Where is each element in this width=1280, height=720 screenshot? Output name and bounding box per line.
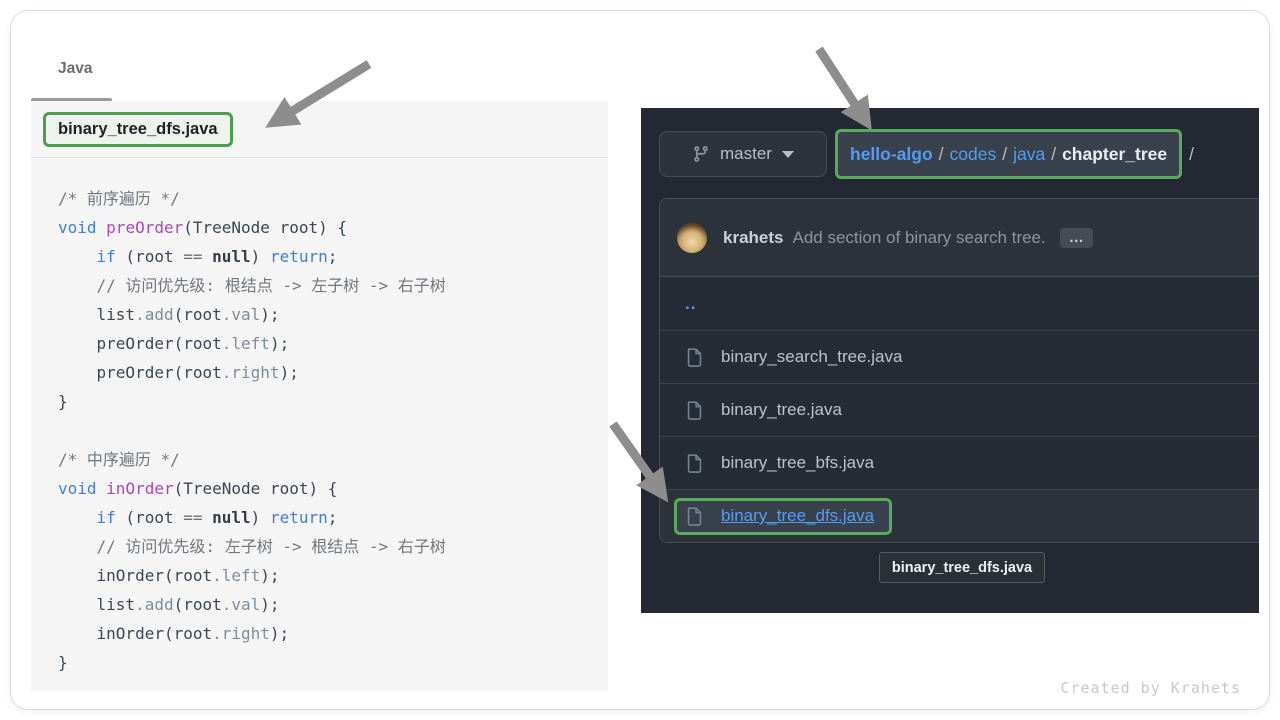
- code-line: }: [58, 387, 608, 416]
- file-row-binary_tree_dfs.java[interactable]: binary_tree_dfs.java: [660, 489, 1259, 542]
- github-panel: master hello-algo/codes/java/chapter_tre…: [641, 108, 1259, 613]
- commit-ellipsis-button[interactable]: …: [1060, 228, 1093, 248]
- breadcrumb-highlight: hello-algo/codes/java/chapter_tree: [835, 129, 1182, 179]
- breadcrumb-separator: /: [939, 144, 944, 165]
- breadcrumb-segment-chapter_tree: chapter_tree: [1062, 144, 1167, 165]
- file-row-binary_tree_bfs.java[interactable]: binary_tree_bfs.java: [660, 436, 1259, 489]
- breadcrumb-separator: /: [1051, 144, 1056, 165]
- file-browser-table: krahets Add section of binary search tre…: [659, 198, 1259, 543]
- file-row-..[interactable]: ..: [660, 277, 1259, 330]
- code-line: list.add(root.val);: [58, 590, 608, 619]
- code-line: preOrder(root.left);: [58, 329, 608, 358]
- link-preview-tooltip: binary_tree_dfs.java: [879, 552, 1045, 583]
- avatar[interactable]: [677, 223, 707, 253]
- breadcrumb-segment-hello-algo[interactable]: hello-algo: [850, 144, 933, 165]
- code-line: list.add(root.val);: [58, 300, 608, 329]
- breadcrumb-segment-codes[interactable]: codes: [950, 144, 997, 165]
- code-line: // 访问优先级: 左子树 -> 根结点 -> 右子树: [58, 532, 608, 561]
- github-toolbar: master hello-algo/codes/java/chapter_tre…: [659, 129, 1259, 179]
- file-title-highlight: binary_tree_dfs.java: [43, 112, 233, 147]
- latest-commit-row: krahets Add section of binary search tre…: [660, 199, 1259, 277]
- file-icon: [685, 400, 704, 421]
- file-icon: [685, 453, 704, 474]
- git-branch-icon: [692, 145, 710, 163]
- breadcrumb-segment-java[interactable]: java: [1013, 144, 1045, 165]
- code-line: // 访问优先级: 根结点 -> 左子树 -> 右子树: [58, 271, 608, 300]
- code-line: if (root == null) return;: [58, 503, 608, 532]
- tab-java[interactable]: Java: [58, 60, 92, 78]
- file-row-binary_search_tree.java[interactable]: binary_search_tree.java: [660, 330, 1259, 383]
- footer-credit: Created by Krahets: [1060, 679, 1241, 697]
- code-line: void inOrder(TreeNode root) {: [58, 474, 608, 503]
- code-line: inOrder(root.left);: [58, 561, 608, 590]
- code-line: [58, 416, 608, 445]
- file-name-link[interactable]: binary_search_tree.java: [721, 347, 902, 367]
- code-block: /* 前序遍历 */void preOrder(TreeNode root) {…: [31, 158, 608, 677]
- code-title-bar: binary_tree_dfs.java: [31, 101, 608, 158]
- branch-selector-button[interactable]: master: [659, 131, 827, 177]
- file-icon: [685, 347, 704, 368]
- code-line: /* 中序遍历 */: [58, 445, 608, 474]
- file-name-link[interactable]: binary_tree.java: [721, 400, 842, 420]
- file-list: .. binary_search_tree.java binary_tree.j…: [660, 277, 1259, 542]
- commit-author-link[interactable]: krahets: [723, 228, 783, 248]
- file-icon: [685, 506, 704, 527]
- code-line: preOrder(root.right);: [58, 358, 608, 387]
- breadcrumb-trailing-slash: /: [1189, 144, 1194, 165]
- file-name-link[interactable]: binary_tree_dfs.java: [721, 506, 874, 526]
- code-line: inOrder(root.right);: [58, 619, 608, 648]
- code-line: void preOrder(TreeNode root) {: [58, 213, 608, 242]
- breadcrumb: hello-algo/codes/java/chapter_tree: [850, 144, 1167, 165]
- code-line: if (root == null) return;: [58, 242, 608, 271]
- code-line: }: [58, 648, 608, 677]
- file-name-link[interactable]: binary_tree_bfs.java: [721, 453, 874, 473]
- updir-link[interactable]: ..: [685, 294, 696, 314]
- code-panel: binary_tree_dfs.java /* 前序遍历 */void preO…: [31, 101, 608, 691]
- branch-name: master: [720, 144, 772, 164]
- breadcrumb-separator: /: [1002, 144, 1007, 165]
- code-line: /* 前序遍历 */: [58, 184, 608, 213]
- screenshot-card: Java binary_tree_dfs.java /* 前序遍历 */void…: [10, 10, 1270, 710]
- chevron-down-icon: [782, 151, 794, 158]
- file-row-binary_tree.java[interactable]: binary_tree.java: [660, 383, 1259, 436]
- commit-message-link[interactable]: Add section of binary search tree.: [792, 228, 1045, 248]
